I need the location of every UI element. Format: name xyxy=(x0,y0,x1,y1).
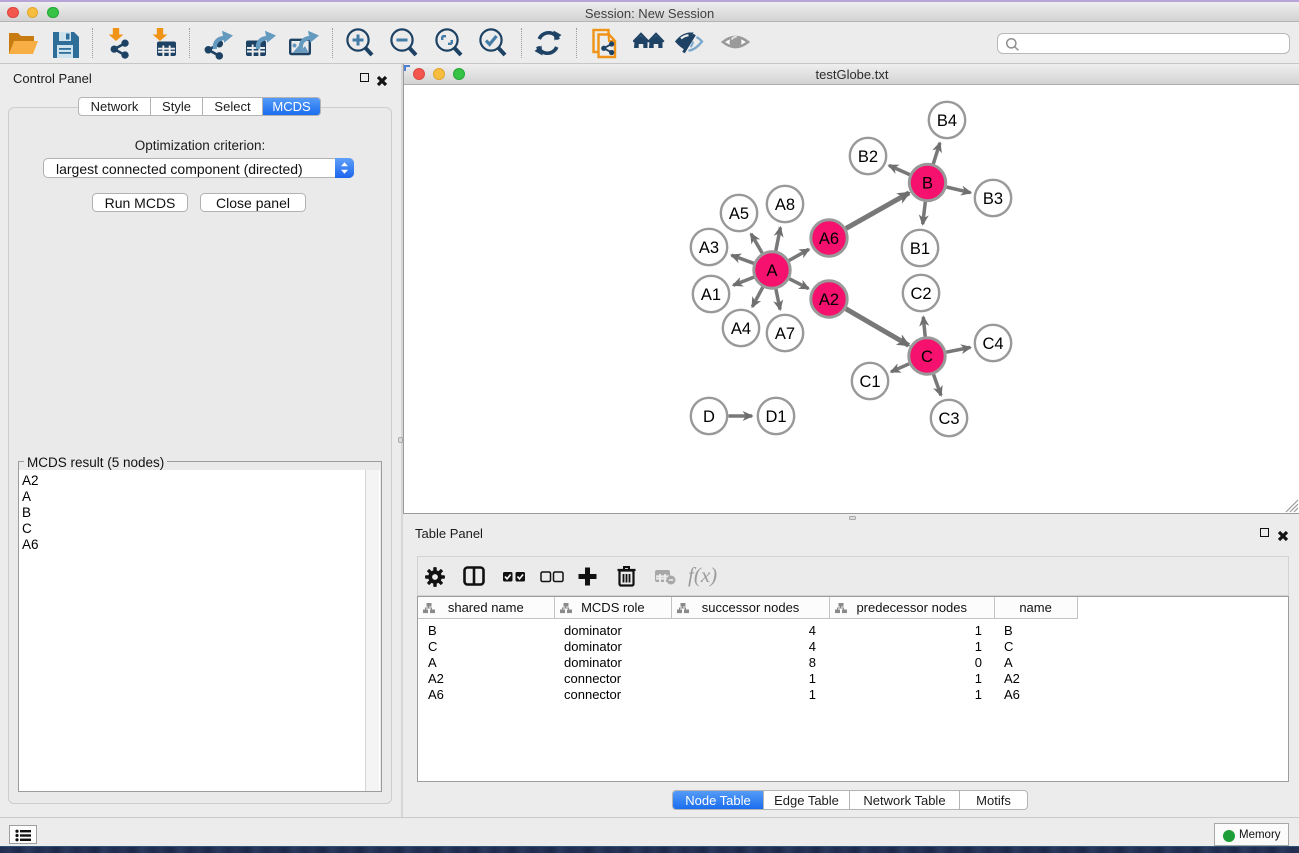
svg-text:C: C xyxy=(921,348,933,366)
svg-text:B2: B2 xyxy=(858,148,878,166)
svg-text:B1: B1 xyxy=(910,240,930,258)
svg-text:B3: B3 xyxy=(983,190,1003,208)
svg-text:C3: C3 xyxy=(938,410,959,428)
svg-text:D1: D1 xyxy=(765,408,786,426)
svg-text:C2: C2 xyxy=(910,285,931,303)
svg-text:A8: A8 xyxy=(775,196,795,214)
svg-text:A1: A1 xyxy=(701,286,721,304)
svg-text:A4: A4 xyxy=(731,320,751,338)
svg-text:A7: A7 xyxy=(775,325,795,343)
svg-text:A: A xyxy=(766,262,777,280)
svg-text:B4: B4 xyxy=(937,112,957,130)
svg-text:A5: A5 xyxy=(729,205,749,223)
svg-text:C1: C1 xyxy=(859,373,880,391)
svg-text:B: B xyxy=(922,175,933,193)
svg-text:A6: A6 xyxy=(819,230,839,248)
svg-text:D: D xyxy=(703,408,715,426)
svg-text:A3: A3 xyxy=(699,239,719,257)
svg-text:A2: A2 xyxy=(819,291,839,309)
svg-text:C4: C4 xyxy=(982,335,1003,353)
